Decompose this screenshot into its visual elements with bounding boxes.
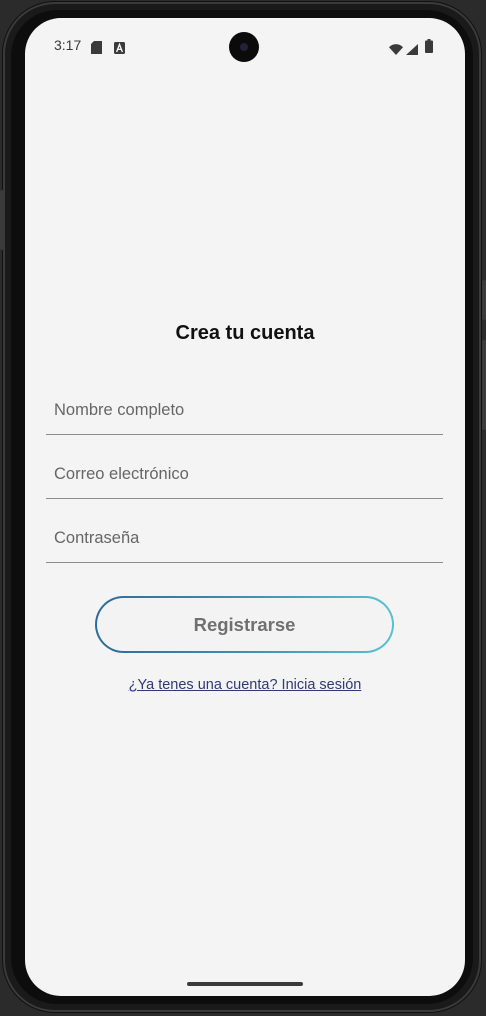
- page-title: Crea tu cuenta: [175, 322, 315, 344]
- email-input[interactable]: [46, 450, 443, 498]
- login-link[interactable]: ¿Ya tenes una cuenta? Inicia sesión: [25, 677, 465, 693]
- signal-icon: [406, 40, 418, 59]
- battery-icon: [425, 38, 433, 57]
- full-name-input[interactable]: [46, 386, 443, 434]
- front-camera: [229, 32, 259, 62]
- full-name-field[interactable]: [46, 386, 443, 435]
- sd-card-icon: [91, 39, 102, 58]
- home-indicator[interactable]: [187, 982, 303, 986]
- side-button: [0, 190, 4, 250]
- email-field[interactable]: [46, 450, 443, 499]
- app-screen: 3:17 Crea tu cuenta Nombre completo Corr…: [25, 18, 465, 996]
- side-button: [482, 280, 486, 320]
- password-input[interactable]: [46, 514, 443, 562]
- password-field[interactable]: [46, 514, 443, 563]
- status-time: 3:17: [54, 37, 82, 53]
- register-button-label: Registrarse: [97, 598, 392, 651]
- side-button: [482, 340, 486, 430]
- register-button[interactable]: Registrarse: [95, 596, 394, 653]
- wifi-icon: [389, 40, 403, 59]
- status-bar: 3:17: [25, 18, 465, 74]
- font-icon: [114, 39, 125, 58]
